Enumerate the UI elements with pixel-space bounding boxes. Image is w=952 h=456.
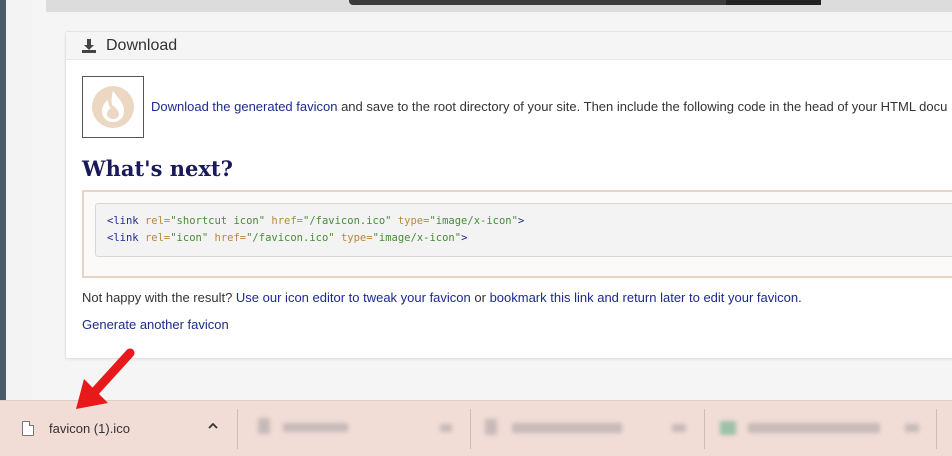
blurred-file-icon — [720, 421, 736, 435]
download-icon — [82, 38, 96, 53]
download-favicon-link[interactable]: Download the generated favicon — [151, 99, 337, 114]
generate-another-link[interactable]: Generate another favicon — [82, 317, 229, 332]
red-arrow-annotation — [76, 348, 135, 409]
blurred-download-item[interactable] — [283, 423, 348, 432]
whats-next-heading: What's next? — [82, 156, 233, 181]
page-margin — [6, 0, 32, 400]
code-line-1: <link rel="shortcut icon" href="/favicon… — [107, 215, 525, 227]
file-icon — [22, 421, 34, 436]
period-text: . — [798, 290, 802, 305]
code-section: <link rel="shortcut icon" href="/favicon… — [82, 190, 952, 278]
divider — [470, 409, 471, 449]
icon-editor-link[interactable]: Use our icon editor to tweak your favico… — [236, 290, 471, 305]
divider — [237, 409, 238, 449]
bookmark-link[interactable]: bookmark this link and return later to e… — [490, 290, 799, 305]
favicon-preview — [82, 76, 144, 138]
favicon-flame-icon — [92, 86, 134, 128]
panel-header: Download — [66, 32, 952, 60]
chevron-up-icon[interactable] — [207, 420, 219, 435]
download-instruction-text: and save to the root directory of your s… — [337, 99, 948, 114]
code-snippet[interactable]: <link rel="shortcut icon" href="/favicon… — [95, 203, 952, 257]
download-panel: Download Download the generated favicon … — [65, 31, 952, 359]
feedback-prefix: Not happy with the result? — [82, 290, 236, 305]
code-line-2: <link rel="icon" href="/favicon.ico" typ… — [107, 232, 468, 244]
or-text: or — [470, 290, 490, 305]
blurred-chevron — [672, 424, 686, 432]
blurred-file-icon — [485, 419, 497, 435]
blurred-download-item[interactable] — [512, 423, 622, 433]
divider — [936, 409, 937, 449]
download-instruction: Download the generated favicon and save … — [151, 99, 947, 114]
blurred-download-item[interactable] — [748, 423, 880, 433]
download-item-name: favicon (1).ico — [49, 421, 130, 436]
blurred-file-icon — [258, 418, 270, 434]
panel-title: Download — [106, 36, 178, 54]
top-toolbar-remnant-2 — [726, 0, 821, 5]
feedback-line: Not happy with the result? Use our icon … — [82, 290, 802, 305]
blurred-chevron — [440, 424, 452, 432]
divider — [704, 409, 705, 449]
blurred-chevron — [905, 424, 919, 432]
